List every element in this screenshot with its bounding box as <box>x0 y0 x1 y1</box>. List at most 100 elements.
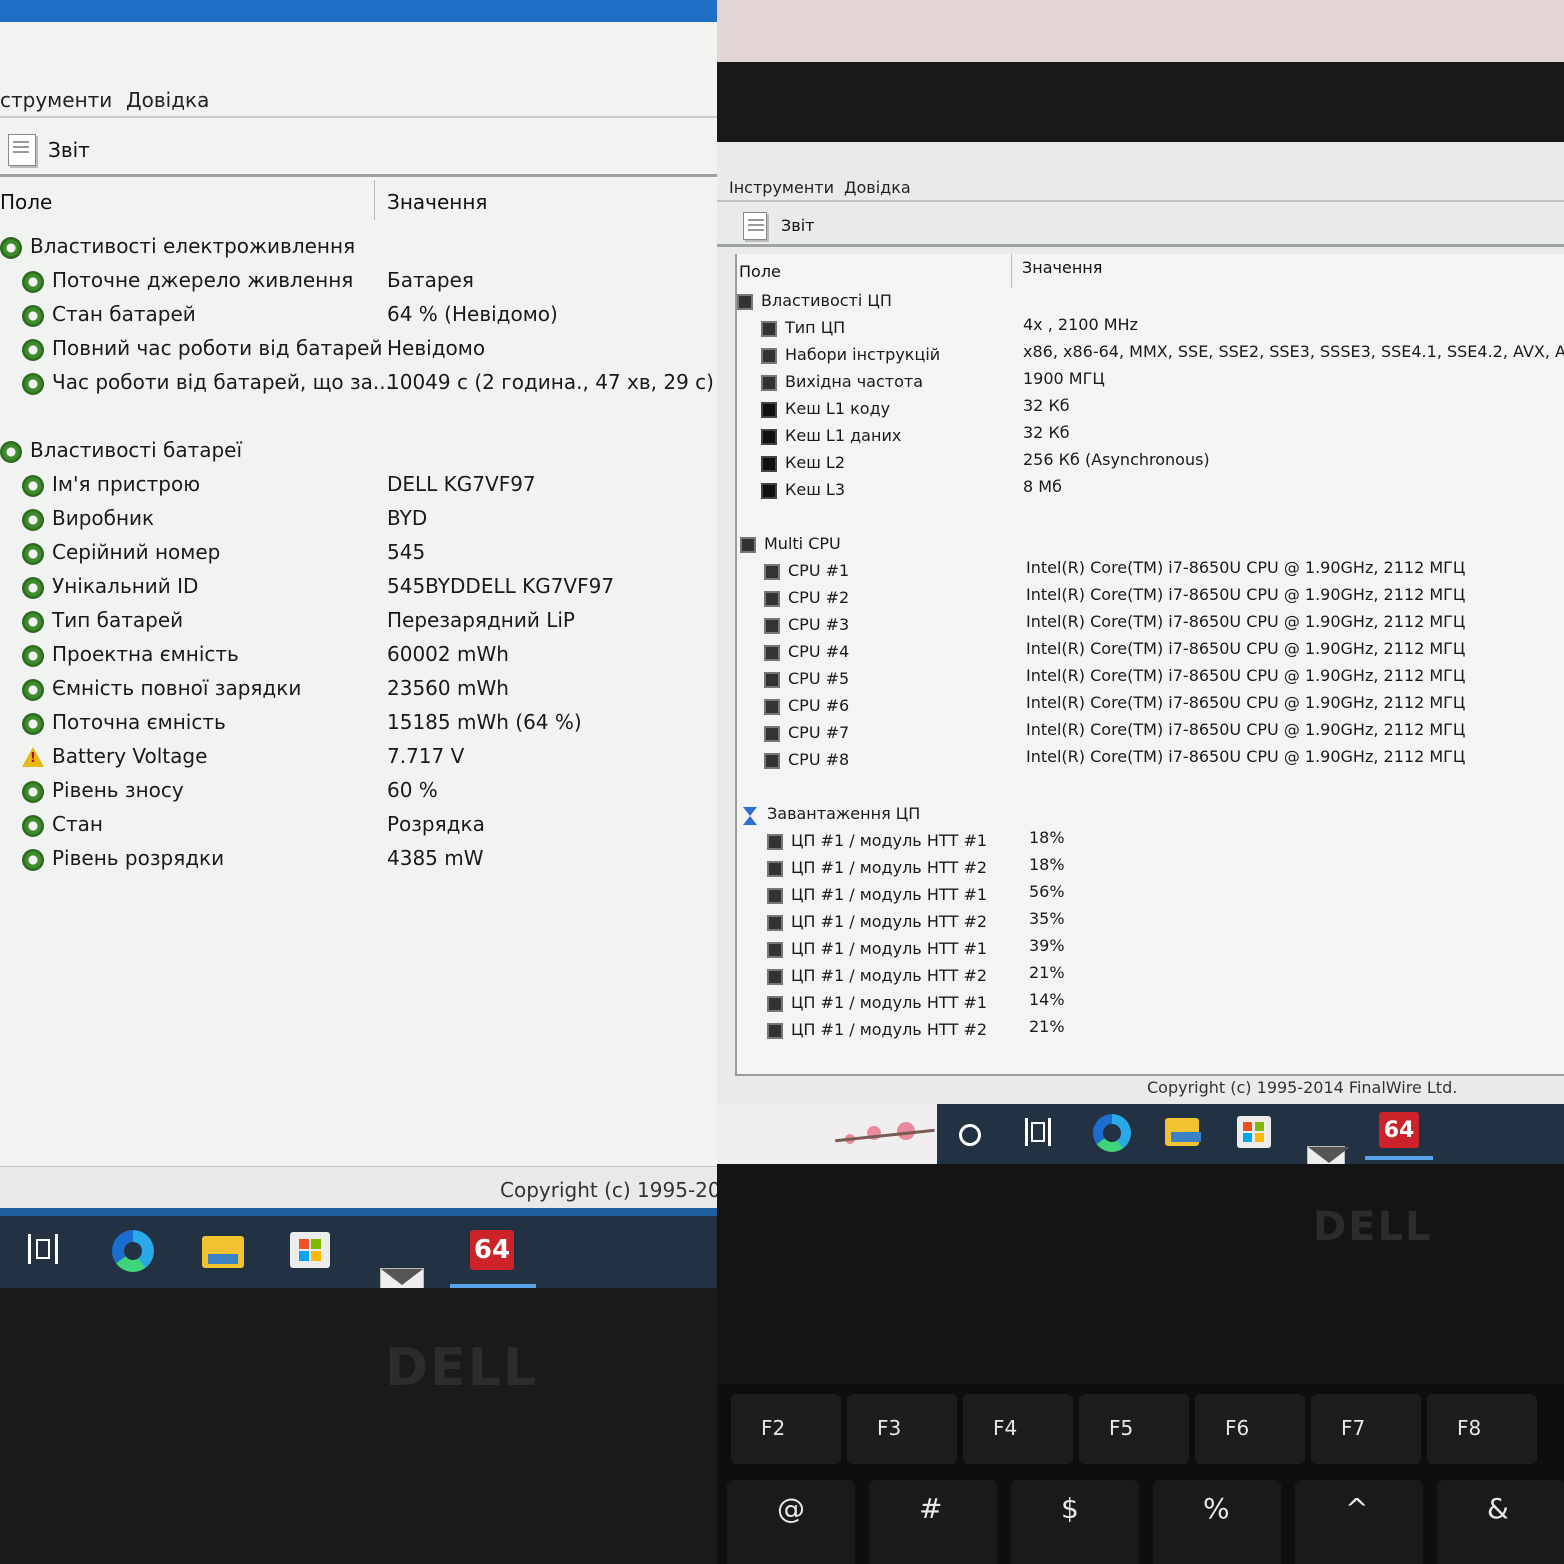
list-item[interactable]: Властивості ЦП <box>717 290 1564 316</box>
list-item[interactable]: CPU #4 Intel(R) Core(TM) i7-8650U CPU @ 1… <box>717 639 1564 667</box>
task-view-icon[interactable] <box>1025 1118 1051 1146</box>
key-f4[interactable]: F4 <box>963 1394 1073 1464</box>
list-item[interactable]: Поточне джерело живлення Батарея <box>0 266 717 298</box>
list-item[interactable]: Ємність повної зарядки 23560 mWh <box>0 674 717 706</box>
task-view-button[interactable] <box>28 1234 58 1264</box>
list-item[interactable]: Кеш L1 даних 32 Кб <box>717 423 1564 451</box>
number-key[interactable]: % <box>1153 1480 1281 1564</box>
property-value: 256 Кб (Asynchronous) <box>1023 450 1210 469</box>
key-f3[interactable]: F3 <box>847 1394 957 1464</box>
edge-icon[interactable] <box>112 1230 154 1272</box>
list-item[interactable]: Тип батарей Перезарядний LiP <box>0 606 717 638</box>
edge-icon[interactable] <box>1093 1114 1131 1152</box>
menu-help[interactable]: Довідка <box>844 178 911 197</box>
number-key[interactable]: $ <box>1011 1480 1139 1564</box>
list-item[interactable]: Кеш L2 256 Кб (Asynchronous) <box>717 450 1564 478</box>
laptop-bezel: DELL <box>0 1288 717 1564</box>
list-item[interactable]: Час роботи від батарей, що за... 10049 с … <box>0 368 717 400</box>
list-item[interactable]: Ім'я пристрою DELL KG7VF97 <box>0 470 717 502</box>
store-icon[interactable] <box>1237 1116 1271 1148</box>
key-f6[interactable]: F6 <box>1195 1394 1305 1464</box>
list-item[interactable]: CPU #6 Intel(R) Core(TM) i7-8650U CPU @ 1… <box>717 693 1564 721</box>
list-item[interactable]: Тип ЦП 4x , 2100 MHz <box>717 315 1564 343</box>
aida64-icon[interactable]: 64 <box>470 1230 514 1270</box>
property-value: 21% <box>1029 963 1065 982</box>
property-value: Intel(R) Core(TM) i7-8650U CPU @ 1.90GHz… <box>1026 747 1466 766</box>
list-item[interactable]: Властивості електроживлення <box>0 232 717 264</box>
list-item[interactable]: ЦП #1 / модуль НТТ #1 18% <box>717 828 1564 856</box>
list-item[interactable]: ЦП #1 / модуль НТТ #2 21% <box>717 963 1564 991</box>
list-item[interactable]: ЦП #1 / модуль НТТ #2 21% <box>717 1017 1564 1045</box>
list-item[interactable]: CPU #3 Intel(R) Core(TM) i7-8650U CPU @ 1… <box>717 612 1564 640</box>
column-header-field[interactable]: Поле <box>739 262 781 281</box>
number-key[interactable]: ^ <box>1295 1480 1423 1564</box>
list-item[interactable]: Стан батарей 64 % (Невідомо) <box>0 300 717 332</box>
list-item[interactable]: Рівень розрядки 4385 mW <box>0 844 717 876</box>
key-f8[interactable]: F8 <box>1427 1394 1537 1464</box>
cpu-chip-icon <box>767 996 783 1012</box>
list-item[interactable]: Виробник BYD <box>0 504 717 536</box>
property-label: Multi CPU <box>764 534 841 553</box>
property-label: Властивості ЦП <box>761 291 892 310</box>
number-key[interactable]: & <box>1437 1480 1564 1564</box>
property-label: Кеш L2 <box>785 453 846 472</box>
key-f7[interactable]: F7 <box>1311 1394 1421 1464</box>
menu-tools[interactable]: Інструменти <box>729 178 834 197</box>
list-item[interactable]: CPU #8 Intel(R) Core(TM) i7-8650U CPU @ 1… <box>717 747 1564 775</box>
list-item[interactable]: Серійний номер 545 <box>0 538 717 570</box>
number-key[interactable]: @ <box>727 1480 855 1564</box>
aida64-icon[interactable]: 64 <box>1379 1112 1419 1148</box>
list-item[interactable]: Унікальний ID 545BYDDELL KG7VF97 <box>0 572 717 604</box>
cpu-chip-icon <box>764 672 780 688</box>
report-button[interactable]: Звіт <box>743 210 833 242</box>
column-header-value[interactable]: Значення <box>387 190 487 214</box>
title-bar <box>0 0 717 22</box>
column-divider[interactable] <box>1011 254 1012 288</box>
list-item[interactable]: ЦП #1 / модуль НТТ #2 35% <box>717 909 1564 937</box>
list-item[interactable]: CPU #2 Intel(R) Core(TM) i7-8650U CPU @ 1… <box>717 585 1564 613</box>
power-gear-icon <box>22 815 44 837</box>
list-item[interactable]: Завантаження ЦП <box>717 803 1564 829</box>
property-value: 545 <box>387 540 426 564</box>
list-item[interactable]: ЦП #1 / модуль НТТ #1 56% <box>717 882 1564 910</box>
list-item[interactable]: Кеш L1 коду 32 Кб <box>717 396 1564 424</box>
list-item[interactable]: Вихідна частота 1900 МГЦ <box>717 369 1564 397</box>
cpu-chip-icon <box>767 915 783 931</box>
property-value: 60002 mWh <box>387 642 509 666</box>
key-f2[interactable]: F2 <box>731 1394 841 1464</box>
key-f5[interactable]: F5 <box>1079 1394 1189 1464</box>
column-header-value[interactable]: Значення <box>1022 258 1102 277</box>
warning-icon <box>22 747 44 767</box>
list-item[interactable]: Набори інструкцій x86, x86-64, MMX, SSE, … <box>717 342 1564 370</box>
report-button[interactable]: Звіт <box>4 130 104 170</box>
list-item[interactable]: Повний час роботи від батарей Невідомо <box>0 334 717 366</box>
menu-help[interactable]: Довідка <box>126 88 209 112</box>
column-header-field[interactable]: Поле <box>0 190 52 214</box>
number-key[interactable]: # <box>869 1480 997 1564</box>
list-item[interactable]: Поточна ємність 15185 mWh (64 %) <box>0 708 717 740</box>
list-item[interactable]: Стан Розрядка <box>0 810 717 842</box>
cpu-chip-icon <box>764 618 780 634</box>
cortana-icon[interactable] <box>959 1124 981 1146</box>
list-item[interactable]: ЦП #1 / модуль НТТ #1 14% <box>717 990 1564 1018</box>
menu-tools[interactable]: струменти <box>0 88 112 112</box>
list-item[interactable]: ЦП #1 / модуль НТТ #1 39% <box>717 936 1564 964</box>
list-item[interactable]: CPU #1 Intel(R) Core(TM) i7-8650U CPU @ 1… <box>717 558 1564 586</box>
list-item[interactable]: Властивості батареї <box>0 436 717 468</box>
list-item[interactable]: Рівень зносу 60 % <box>0 776 717 808</box>
list-item[interactable]: CPU #7 Intel(R) Core(TM) i7-8650U CPU @ 1… <box>717 720 1564 748</box>
property-value: 64 % (Невідомо) <box>387 302 558 326</box>
file-explorer-icon[interactable] <box>202 1236 244 1268</box>
list-item[interactable]: Проектна ємність 60002 mWh <box>0 640 717 672</box>
property-value: DELL KG7VF97 <box>387 472 536 496</box>
list-item[interactable]: Кеш L3 8 Мб <box>717 477 1564 505</box>
store-icon[interactable] <box>290 1232 330 1268</box>
property-label: Завантаження ЦП <box>767 804 921 823</box>
list-item[interactable]: ЦП #1 / модуль НТТ #2 18% <box>717 855 1564 883</box>
list-item[interactable]: Multi CPU <box>717 533 1564 559</box>
list-item[interactable]: Battery Voltage 7.717 V <box>0 742 717 774</box>
column-divider[interactable] <box>374 180 375 220</box>
property-label: Battery Voltage <box>52 744 208 768</box>
file-explorer-icon[interactable] <box>1165 1118 1201 1146</box>
list-item[interactable]: CPU #5 Intel(R) Core(TM) i7-8650U CPU @ 1… <box>717 666 1564 694</box>
